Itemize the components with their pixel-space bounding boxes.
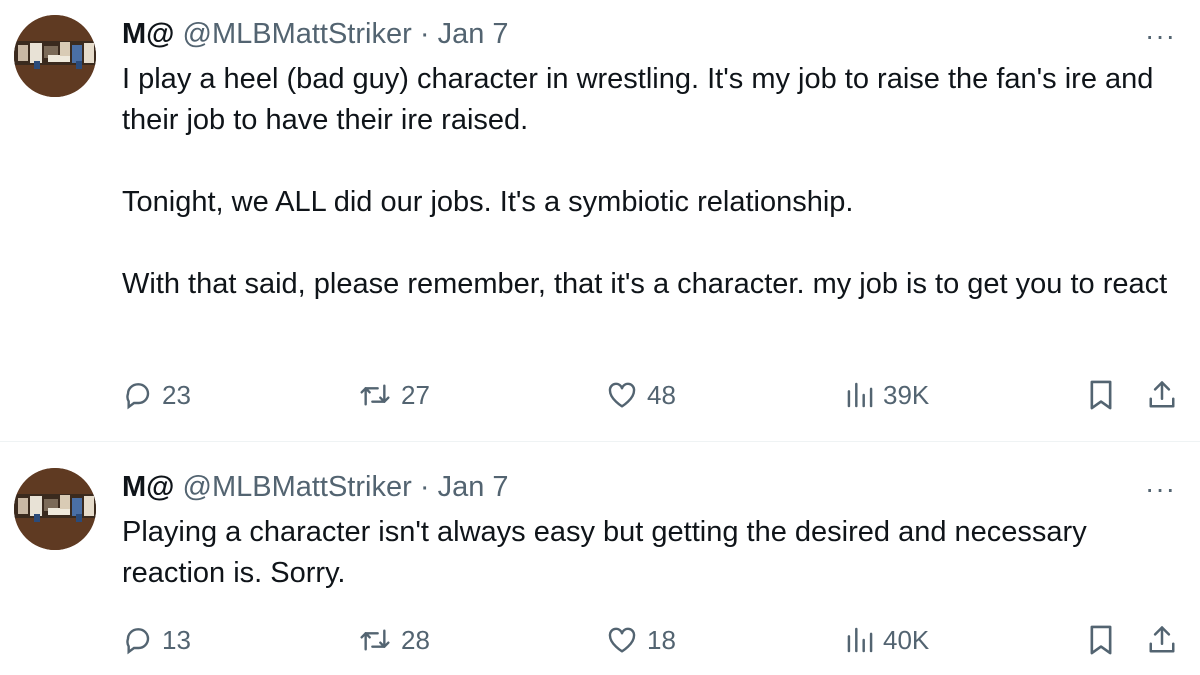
- timestamp[interactable]: Jan 7: [438, 471, 509, 503]
- tweet[interactable]: M@ @MLBMattStriker · Jan 7 ··· I play a …: [0, 0, 1200, 441]
- bookmark-icon: [1085, 378, 1117, 412]
- view-count: 40K: [883, 624, 930, 655]
- more-options-icon[interactable]: ···: [1145, 475, 1176, 503]
- reply-icon: [122, 379, 154, 411]
- tweet-header: M@ @MLBMattStriker · Jan 7: [122, 17, 509, 51]
- share-button[interactable]: [1147, 375, 1177, 415]
- tweet-text: I play a heel (bad guy) character in wre…: [122, 59, 1182, 305]
- repost-count: 27: [401, 379, 430, 410]
- display-name[interactable]: M@: [122, 471, 174, 503]
- share-icon: [1147, 378, 1177, 412]
- display-name[interactable]: M@: [122, 18, 174, 50]
- tweet-paragraph: I play a heel (bad guy) character in wre…: [122, 63, 1154, 136]
- tweet[interactable]: M@ @MLBMattStriker · Jan 7 ··· Playing a…: [0, 442, 1200, 675]
- repost-count: 28: [401, 624, 430, 655]
- avatar[interactable]: [14, 468, 96, 550]
- views-button[interactable]: 40K: [845, 620, 929, 660]
- reply-icon: [122, 624, 154, 656]
- action-bar: 23 27 48 39K: [0, 375, 1200, 415]
- repost-button[interactable]: 28: [357, 620, 430, 660]
- timestamp[interactable]: Jan 7: [438, 18, 509, 50]
- separator: ·: [419, 471, 430, 503]
- bookmark-button[interactable]: [1085, 375, 1117, 415]
- tweet-text: Playing a character isn't always easy bu…: [122, 512, 1182, 594]
- repost-button[interactable]: 27: [357, 375, 430, 415]
- tweet-paragraph: With that said, please remember, that it…: [122, 268, 1168, 300]
- views-chart-icon: [845, 624, 875, 656]
- tweet-paragraph: Playing a character isn't always easy bu…: [122, 516, 1087, 589]
- views-chart-icon: [845, 379, 875, 411]
- like-button[interactable]: 48: [605, 375, 676, 415]
- user-handle[interactable]: @MLBMattStriker: [183, 471, 412, 503]
- like-button[interactable]: 18: [605, 620, 676, 660]
- repost-icon: [357, 624, 393, 656]
- reply-count: 23: [162, 379, 191, 410]
- tweet-header: M@ @MLBMattStriker · Jan 7: [122, 470, 509, 504]
- share-icon: [1147, 623, 1177, 657]
- views-button[interactable]: 39K: [845, 375, 929, 415]
- user-handle[interactable]: @MLBMattStriker: [183, 18, 412, 50]
- bookmark-button[interactable]: [1085, 620, 1117, 660]
- reply-count: 13: [162, 624, 191, 655]
- like-count: 18: [647, 624, 676, 655]
- repost-icon: [357, 379, 393, 411]
- share-button[interactable]: [1147, 620, 1177, 660]
- tweet-paragraph: Tonight, we ALL did our jobs. It's a sym…: [122, 186, 854, 218]
- action-bar: 13 28 18 40K: [0, 620, 1200, 660]
- heart-icon: [605, 379, 639, 411]
- like-count: 48: [647, 379, 676, 410]
- bookmark-icon: [1085, 623, 1117, 657]
- more-options-icon[interactable]: ···: [1145, 22, 1176, 50]
- reply-button[interactable]: 23: [122, 375, 191, 415]
- avatar[interactable]: [14, 15, 96, 97]
- heart-icon: [605, 624, 639, 656]
- reply-button[interactable]: 13: [122, 620, 191, 660]
- view-count: 39K: [883, 379, 930, 410]
- separator: ·: [419, 18, 430, 50]
